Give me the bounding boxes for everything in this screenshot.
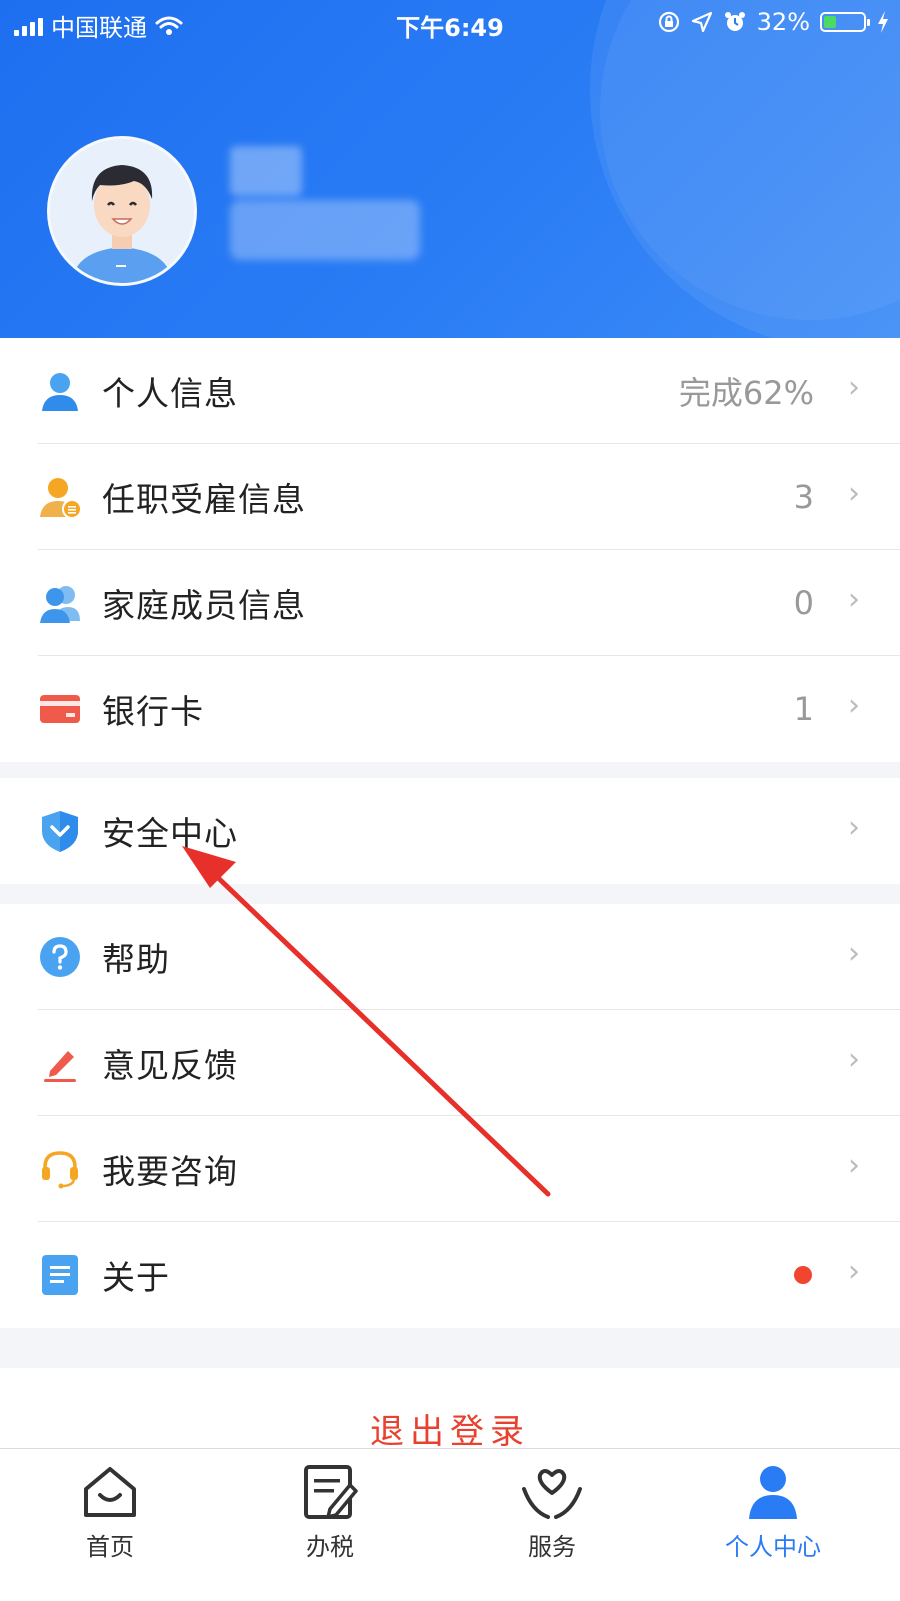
shield-icon	[42, 811, 78, 852]
tab-label: 服务	[528, 1533, 576, 1561]
chevron-right-icon: ›	[848, 1042, 860, 1077]
menu-label: 意见反馈	[102, 1046, 238, 1085]
person-icon	[42, 373, 78, 411]
alarm-icon	[724, 12, 745, 31]
bottom-tab-bar: 首页 办税 服务 个人中心	[0, 1448, 900, 1601]
security-group: 安全中心 ›	[0, 778, 900, 884]
support-group: 帮助 › 意见反馈 › 我要咨询 › 关于 ›	[0, 904, 900, 1328]
notification-badge	[794, 1266, 812, 1284]
headset-icon	[42, 1151, 78, 1189]
battery-percent: 32%	[756, 8, 810, 36]
rotation-lock-icon	[658, 11, 679, 33]
menu-label: 安全中心	[102, 814, 238, 853]
menu-family-info[interactable]: 家庭成员信息 0 ›	[0, 550, 900, 656]
chevron-right-icon: ›	[848, 476, 860, 511]
menu-label: 我要咨询	[102, 1152, 238, 1191]
completion-value: 完成62%	[678, 374, 814, 412]
menu-consult[interactable]: 我要咨询 ›	[0, 1116, 900, 1222]
help-icon	[40, 937, 80, 977]
tab-service[interactable]: 服务	[487, 1463, 617, 1562]
service-heart-icon	[522, 1469, 582, 1519]
personal-center-icon	[749, 1466, 797, 1519]
menu-label: 家庭成员信息	[102, 586, 306, 625]
family-count: 0	[793, 584, 814, 622]
feedback-pen-icon	[44, 1051, 76, 1082]
menu-label: 帮助	[102, 940, 170, 979]
avatar-icon	[50, 139, 194, 283]
avatar[interactable]	[47, 136, 197, 286]
bank-card-icon	[40, 695, 80, 723]
status-bar: 中国联通 下午6:49 32%	[0, 0, 900, 44]
account-info-group: 个人信息 完成62% › 任职受雇信息 3 › 家庭成员信息 0 › 银行卡 1…	[0, 338, 900, 762]
chevron-right-icon: ›	[848, 810, 860, 845]
logout-button[interactable]: 退出登录	[0, 1368, 900, 1448]
tax-edit-icon	[304, 1465, 358, 1519]
chevron-right-icon: ›	[848, 1254, 860, 1289]
menu-label: 任职受雇信息	[102, 480, 306, 519]
family-icon	[40, 586, 80, 623]
menu-help[interactable]: 帮助 ›	[0, 904, 900, 1010]
chevron-right-icon: ›	[848, 688, 860, 723]
menu-about[interactable]: 关于 ›	[0, 1222, 900, 1328]
tab-label: 办税	[306, 1533, 354, 1561]
menu-personal-info[interactable]: 个人信息 完成62% ›	[0, 338, 900, 444]
tab-tax[interactable]: 办税	[265, 1463, 395, 1562]
tab-home[interactable]: 首页	[45, 1463, 175, 1562]
home-icon	[84, 1467, 136, 1517]
menu-label: 关于	[102, 1258, 170, 1297]
charging-icon	[878, 11, 888, 33]
menu-bank-card[interactable]: 银行卡 1 ›	[0, 656, 900, 762]
menu-employment-info[interactable]: 任职受雇信息 3 ›	[0, 444, 900, 550]
tab-label: 个人中心	[725, 1533, 821, 1561]
username-redacted	[230, 146, 302, 196]
employment-icon	[40, 478, 82, 519]
bank-card-count: 1	[793, 690, 814, 728]
chevron-right-icon: ›	[848, 1148, 860, 1183]
menu-feedback[interactable]: 意见反馈 ›	[0, 1010, 900, 1116]
chevron-right-icon: ›	[848, 582, 860, 617]
location-icon	[691, 11, 712, 33]
employment-count: 3	[793, 478, 814, 516]
header-decoration	[600, 0, 900, 320]
profile-header: 中国联通 下午6:49 32%	[0, 0, 900, 338]
tab-personal-center[interactable]: 个人中心	[708, 1463, 838, 1562]
document-icon	[42, 1255, 78, 1295]
chevron-right-icon: ›	[848, 370, 860, 405]
menu-security-center[interactable]: 安全中心 ›	[0, 778, 900, 884]
user-id-redacted	[230, 200, 420, 260]
battery-icon	[820, 12, 870, 32]
menu-label: 个人信息	[102, 374, 238, 413]
menu-label: 银行卡	[102, 692, 204, 731]
logout-label: 退出登录	[370, 1412, 530, 1448]
chevron-right-icon: ›	[848, 936, 860, 971]
tab-label: 首页	[86, 1533, 134, 1561]
